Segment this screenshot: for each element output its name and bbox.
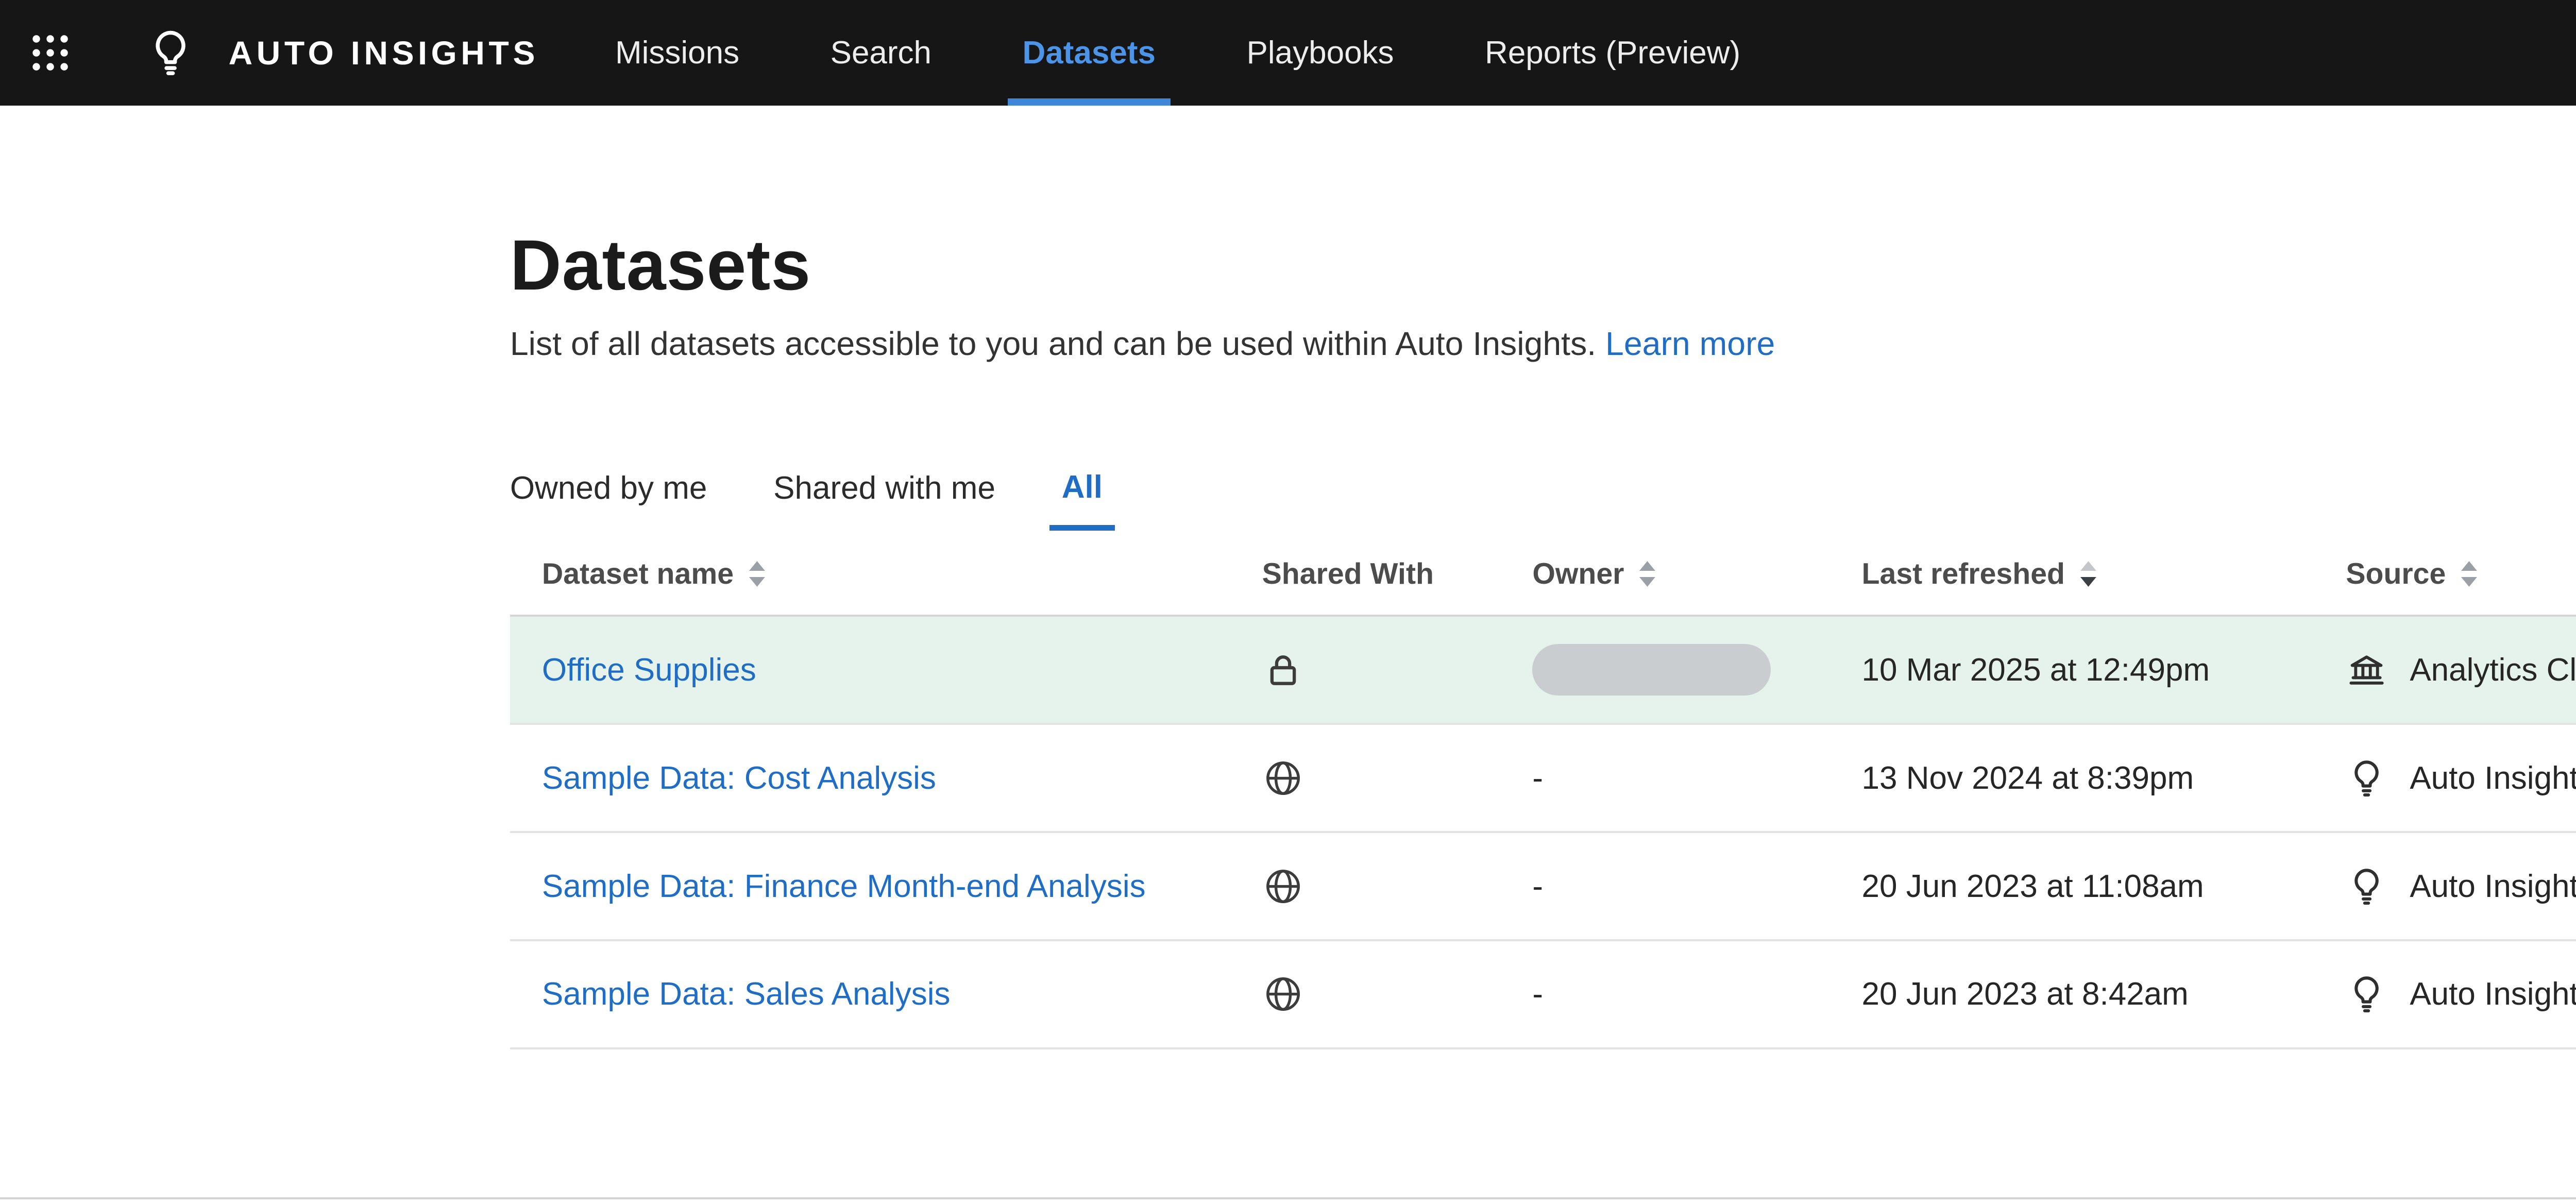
shared-with-cell	[1262, 866, 1533, 907]
auto-insights-logo-icon	[145, 0, 196, 106]
owner-value: -	[1532, 760, 1543, 796]
globe-icon	[1262, 757, 1304, 799]
source-value: Auto Insights-Sample Dataset	[2410, 976, 2576, 1012]
top-navbar: AUTO INSIGHTS Missions Search Datasets Play…	[0, 0, 2576, 106]
source-cell: Auto Insights-Sample Dataset	[2346, 757, 2576, 799]
bulb-icon	[2346, 757, 2387, 799]
lock-icon	[1262, 649, 1304, 691]
active-nav-underline	[1008, 98, 1171, 106]
dataset-name-cell: Sample Data: Cost Analysis	[510, 760, 1262, 796]
nav-item-playbooks[interactable]: Playbooks	[1242, 0, 1399, 106]
nav-item-reports-preview[interactable]: Reports (Preview)	[1480, 0, 1745, 106]
last-refreshed-value: 20 Jun 2023 at 8:42am	[1862, 976, 2189, 1012]
dataset-row: Office Supplies 10 Mar 2025 at 12:49pm Ana…	[510, 617, 2576, 725]
apps-grid-icon[interactable]	[0, 0, 96, 106]
dataset-name-cell: Sample Data: Sales Analysis	[510, 976, 1262, 1012]
dataset-name-link[interactable]: Sample Data: Finance Month-end Analysis	[542, 868, 1146, 905]
last-refreshed-cell: 20 Jun 2023 at 11:08am	[1862, 868, 2346, 905]
owner-value: -	[1532, 976, 1543, 1012]
last-refreshed-value: 13 Nov 2024 at 8:39pm	[1862, 760, 2194, 796]
globe-icon	[1262, 866, 1304, 907]
dataset-row: Sample Data: Sales Analysis - 20 Jun 2023 …	[510, 941, 2576, 1049]
dataset-name-cell: Office Supplies	[510, 652, 1262, 688]
column-label: Owner	[1532, 557, 1624, 591]
page-title: Datasets	[510, 224, 1775, 307]
owner-cell: -	[1532, 976, 1861, 1012]
dataset-row: Sample Data: Finance Month-end Analysis -…	[510, 833, 2576, 941]
owner-value: -	[1532, 868, 1543, 905]
main-content: Datasets List of all datasets accessible…	[510, 224, 2576, 1049]
last-refreshed-cell: 10 Mar 2025 at 12:49pm	[1862, 652, 2346, 688]
nav-item-search[interactable]: Search	[825, 0, 937, 106]
nav-item-missions[interactable]: Missions	[610, 0, 744, 106]
last-refreshed-cell: 13 Nov 2024 at 8:39pm	[1862, 760, 2346, 796]
source-value: Analytics Cloud-File Upload	[2410, 652, 2576, 688]
shared-with-cell	[1262, 973, 1533, 1015]
sort-icon	[746, 558, 768, 590]
shared-with-cell	[1262, 649, 1533, 691]
list-toolbar: Owned by me Shared with me All	[510, 447, 2576, 531]
bulb-icon	[2346, 866, 2387, 907]
sort-icon	[1636, 558, 1658, 590]
owner-redacted-pill	[1532, 644, 1771, 696]
last-refreshed-value: 10 Mar 2025 at 12:49pm	[1862, 652, 2210, 688]
owner-cell: -	[1532, 868, 1861, 905]
dataset-tabs: Owned by me Shared with me All	[510, 469, 1169, 531]
sort-desc-icon	[2077, 558, 2099, 590]
owner-cell: -	[1532, 760, 1861, 796]
dataset-name-cell: Sample Data: Finance Month-end Analysis	[510, 868, 1262, 905]
sort-icon	[2458, 558, 2480, 590]
table-header-row: Dataset name Shared With Owner Last refresh…	[510, 533, 2576, 617]
brand-title: AUTO INSIGHTS	[229, 0, 539, 106]
column-label: Source	[2346, 557, 2446, 591]
column-label: Dataset name	[542, 557, 734, 591]
column-header-source[interactable]: Source	[2346, 557, 2576, 591]
page-title-block: Datasets List of all datasets accessible…	[510, 224, 1775, 366]
page-subtitle: List of all datasets accessible to you a…	[510, 322, 1775, 366]
navbar-left: AUTO INSIGHTS Missions Search Datasets Play…	[0, 0, 1826, 106]
nav-item-datasets[interactable]: Datasets	[1018, 0, 1161, 106]
last-refreshed-cell: 20 Jun 2023 at 8:42am	[1862, 976, 2346, 1012]
source-cell: Analytics Cloud-File Upload	[2346, 649, 2576, 691]
source-value: Auto Insights-Sample Dataset	[2410, 868, 2576, 905]
page-subtitle-text: List of all datasets accessible to you a…	[510, 325, 1596, 362]
column-header-last-refreshed[interactable]: Last refreshed	[1862, 557, 2346, 591]
primary-nav: Missions Search Datasets Playbooks Reports (…	[610, 0, 1826, 106]
last-refreshed-value: 20 Jun 2023 at 11:08am	[1862, 868, 2204, 905]
dataset-name-link[interactable]: Office Supplies	[542, 652, 756, 688]
source-cell: Auto Insights-Sample Dataset	[2346, 973, 2576, 1015]
source-cell: Auto Insights-Sample Dataset	[2346, 866, 2576, 907]
source-value: Auto Insights-Sample Dataset	[2410, 760, 2576, 796]
globe-icon	[1262, 973, 1304, 1015]
app-root: AUTO INSIGHTS Missions Search Datasets Play…	[0, 0, 2576, 1204]
page-header: Datasets List of all datasets accessible…	[510, 224, 2576, 366]
owner-cell	[1532, 644, 1861, 696]
tab-all[interactable]: All	[1049, 469, 1115, 531]
column-label: Last refreshed	[1862, 557, 2065, 591]
dataset-row: Sample Data: Cost Analysis - 13 Nov 2024 a…	[510, 725, 2576, 833]
dataset-name-link[interactable]: Sample Data: Cost Analysis	[542, 760, 936, 796]
bulb-icon	[2346, 973, 2387, 1015]
tab-owned-by-me[interactable]: Owned by me	[510, 470, 707, 531]
table-body: Office Supplies 10 Mar 2025 at 12:49pm Ana…	[510, 617, 2576, 1049]
learn-more-link[interactable]: Learn more	[1605, 325, 1775, 362]
dataset-name-link[interactable]: Sample Data: Sales Analysis	[542, 976, 951, 1012]
building-icon	[2346, 649, 2387, 691]
tab-shared-with-me[interactable]: Shared with me	[773, 470, 995, 531]
page-bottom-divider	[0, 1197, 2576, 1199]
shared-with-cell	[1262, 757, 1533, 799]
column-header-shared-with: Shared With	[1262, 557, 1533, 591]
column-header-dataset-name[interactable]: Dataset name	[510, 557, 1262, 591]
column-label: Shared With	[1262, 557, 1434, 591]
datasets-table: Dataset name Shared With Owner Last refresh…	[510, 533, 2576, 1049]
column-header-owner[interactable]: Owner	[1532, 557, 1861, 591]
